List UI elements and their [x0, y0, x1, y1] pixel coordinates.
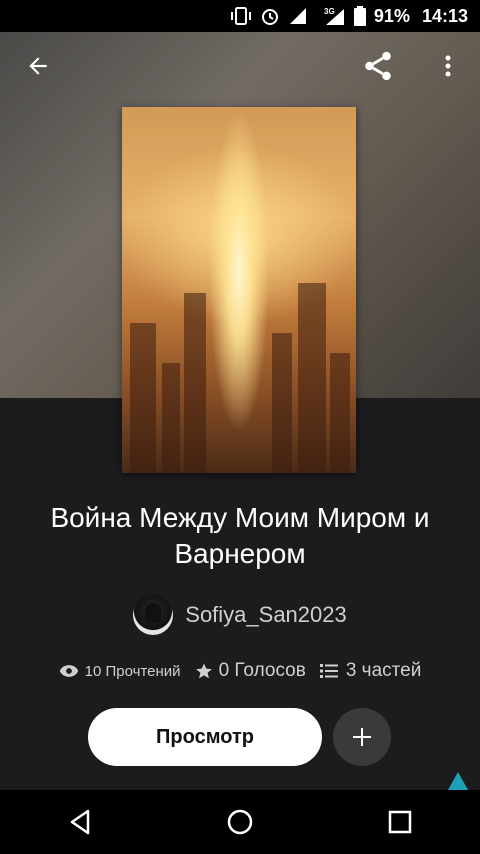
story-stats: 10 Прочтений 0 Голосов 3 частей — [0, 660, 480, 682]
system-nav-bar — [0, 790, 480, 854]
plus-icon — [350, 725, 374, 749]
back-triangle-icon — [68, 809, 92, 835]
svg-text:3G: 3G — [324, 7, 335, 16]
share-icon — [361, 49, 395, 88]
back-arrow-icon — [25, 53, 51, 84]
more-options-button[interactable] — [424, 40, 472, 96]
author-name[interactable]: Sofiya_San2023 — [185, 602, 346, 628]
parts-stat: 3 частей — [319, 660, 422, 682]
star-icon — [195, 662, 213, 680]
story-title: Война Между Моим Миром и Варнером — [50, 502, 430, 569]
signal-3g-icon: 3G — [316, 6, 346, 26]
back-button[interactable] — [14, 40, 62, 96]
scroll-indicator-triangle — [448, 772, 468, 790]
votes-count: 0 Голосов — [218, 660, 306, 681]
signal-off-icon — [288, 7, 308, 25]
recents-square-icon — [388, 810, 412, 834]
battery-level: 91% — [373, 5, 410, 26]
share-button[interactable] — [354, 40, 402, 96]
top-bar — [0, 40, 480, 96]
list-icon — [319, 663, 338, 679]
clock: 14:13 — [421, 5, 468, 26]
add-to-library-button[interactable] — [333, 708, 391, 766]
home-circle-icon — [227, 809, 253, 835]
nav-recents-button[interactable] — [360, 790, 440, 854]
author-row[interactable]: Sofiya_San2023 — [0, 595, 480, 635]
more-vert-icon — [444, 54, 452, 83]
avatar[interactable] — [133, 595, 174, 635]
eye-icon — [59, 664, 79, 678]
vibrate-icon — [230, 7, 252, 25]
view-button[interactable]: Просмотр — [88, 708, 322, 766]
votes-stat: 0 Голосов — [195, 660, 306, 682]
alarm-icon — [260, 6, 280, 26]
status-bar: 3G 91% 14:13 — [0, 0, 480, 32]
battery-icon — [353, 6, 366, 26]
story-cover-image[interactable] — [122, 107, 356, 473]
nav-back-button[interactable] — [40, 790, 120, 854]
parts-count: 3 частей — [345, 660, 422, 681]
action-row: Просмотр — [0, 708, 480, 768]
nav-home-button[interactable] — [200, 790, 280, 854]
reads-stat: 10 Прочтений — [59, 663, 181, 680]
reads-count: 10 Прочтений — [84, 662, 181, 680]
